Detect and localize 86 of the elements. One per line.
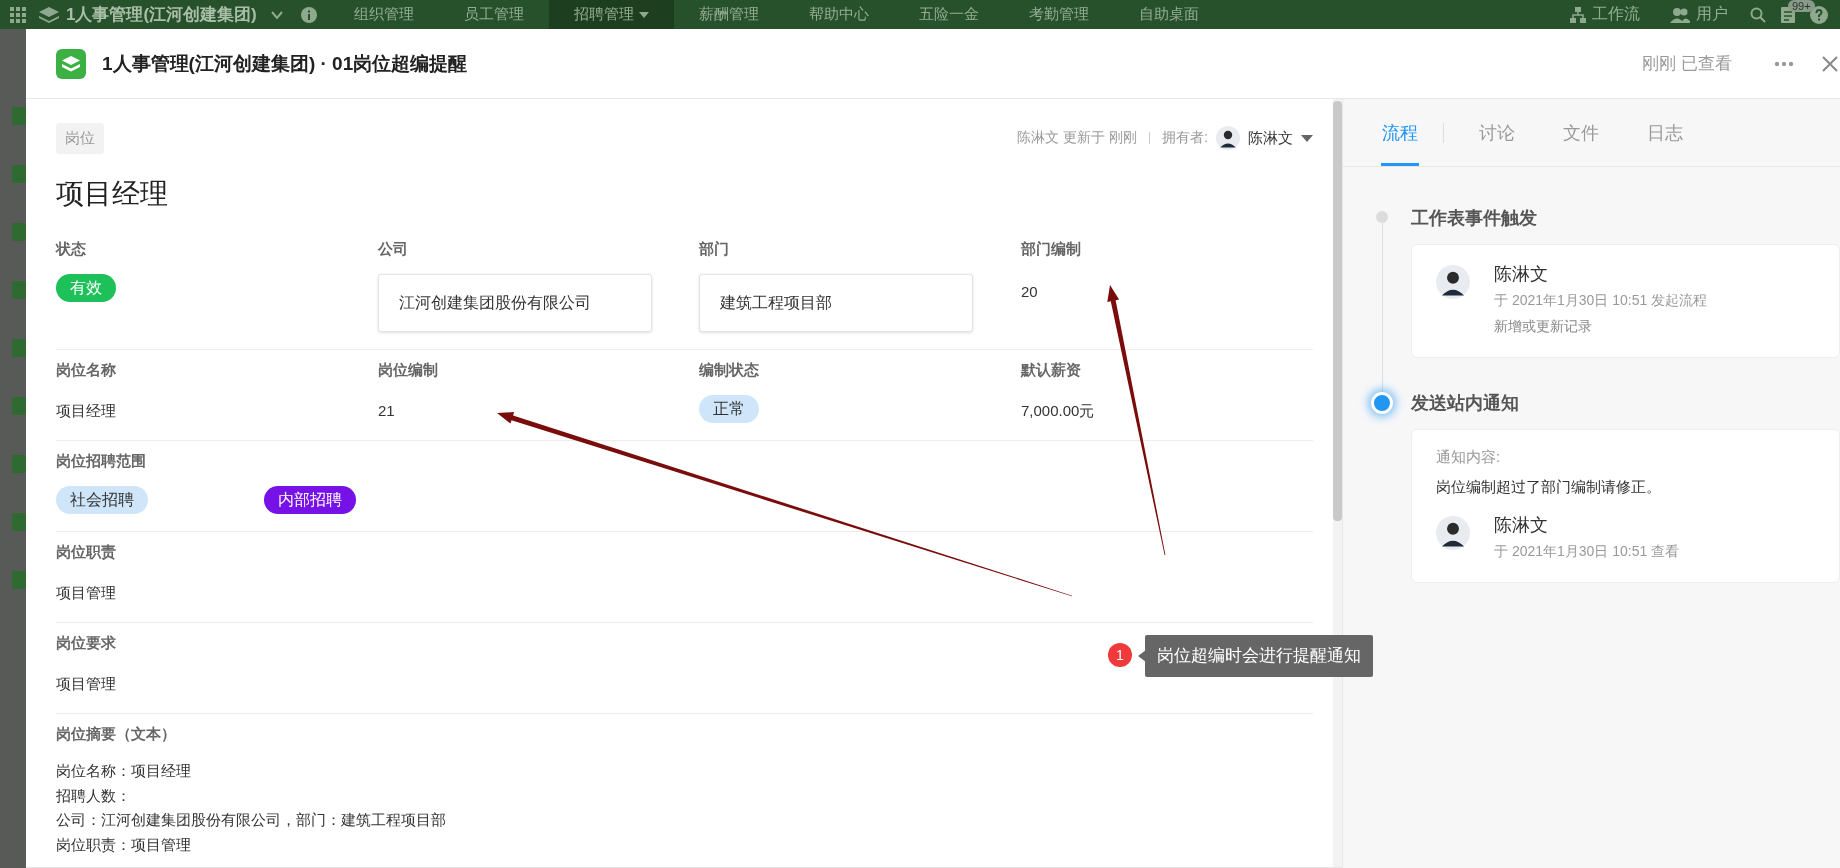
summary-line: 岗位职责：项目管理: [56, 834, 192, 855]
app-title: 1人事管理(江河创建集团): [66, 4, 257, 26]
info-icon[interactable]: [300, 6, 317, 23]
nav-menu-item[interactable]: 帮助中心: [783, 0, 894, 29]
avatar-icon: [1436, 516, 1470, 550]
nav-menu-item[interactable]: 自助桌面: [1113, 0, 1224, 29]
sidebar-icon[interactable]: [12, 513, 26, 531]
scrollbar-thumb[interactable]: [1333, 101, 1342, 521]
field-value: 项目管理: [56, 674, 117, 694]
field-label: 岗位要求: [56, 633, 117, 653]
action-time: 于 2021年1月30日 10:51 查看: [1494, 542, 1681, 561]
sidebar-icon[interactable]: [12, 165, 26, 183]
users-button[interactable]: 用户: [1662, 4, 1736, 25]
avatar-icon: [1216, 126, 1240, 150]
nav-menu-item[interactable]: 考勤管理: [1003, 0, 1114, 29]
field-label: 状态: [56, 239, 87, 259]
field-label: 部门: [699, 239, 730, 259]
summary-line: 公司：江河创建集团股份有限公司，部门：建筑工程项目部: [56, 810, 447, 830]
field-value: 20: [1021, 282, 1039, 302]
caret-down-icon: [1301, 134, 1313, 142]
view-status: 刚刚 已查看: [1642, 53, 1732, 75]
nav-menu-item[interactable]: 薪酬管理: [673, 0, 784, 29]
nav-menu-item[interactable]: 招聘管理: [548, 0, 674, 29]
workflow-button[interactable]: 工作流: [1562, 4, 1648, 25]
panel-tab[interactable]: 日志: [1646, 99, 1684, 166]
sidebar-icon[interactable]: [12, 397, 26, 415]
sidebar-icon[interactable]: [12, 339, 26, 357]
hierarchy-icon: [1570, 6, 1586, 23]
status-tag: 有效: [56, 274, 116, 302]
users-icon: [1670, 6, 1690, 23]
content-label: 通知内容:: [1436, 447, 1502, 467]
notification-content: 岗位编制超过了部门编制请修正。: [1436, 477, 1662, 497]
sidebar-icon[interactable]: [12, 223, 26, 241]
field-label: 岗位职责: [56, 542, 117, 562]
sidebar-icon[interactable]: [12, 107, 26, 125]
status-tag: 内部招聘: [264, 486, 356, 514]
notification-badge: 99+: [1788, 0, 1815, 12]
field-value: 项目经理: [56, 401, 117, 421]
summary-line: 招聘人数：: [56, 785, 132, 806]
stack-logo-icon: [38, 4, 60, 25]
modal-title: 1人事管理(江河创建集团) · 01岗位超编提醒: [102, 51, 468, 76]
step-title: 发送站内通知: [1411, 392, 1520, 415]
action-note: 新增或更新记录: [1494, 317, 1593, 336]
record-title: 项目经理: [56, 177, 169, 211]
nav-menu-item[interactable]: 组织管理: [328, 0, 439, 29]
user-name: 陈淋文: [1494, 514, 1549, 537]
panel-tab[interactable]: 流程: [1381, 99, 1419, 166]
field-value: 7,000.00元: [1021, 401, 1096, 421]
avatar-icon: [1436, 265, 1470, 299]
field-value: 项目管理: [56, 583, 117, 603]
close-icon[interactable]: [1822, 55, 1838, 72]
nav-menu-item[interactable]: 五险一金: [893, 0, 1004, 29]
status-tag: 社会招聘: [56, 486, 148, 514]
owner-label: 拥有者:: [1162, 129, 1208, 147]
action-time: 于 2021年1月30日 10:51 发起流程: [1494, 291, 1709, 310]
field-value-box: 江河创建集团股份有限公司: [378, 274, 652, 332]
updated-by-text: 陈淋文 更新于 刚刚: [1017, 129, 1138, 147]
status-tag: 正常: [699, 395, 759, 423]
owner-selector[interactable]: 陈淋文: [1216, 126, 1313, 150]
field-label: 部门编制: [1021, 239, 1082, 259]
field-label: 编制状态: [699, 360, 760, 380]
field-label: 岗位名称: [56, 360, 117, 380]
nav-menu-item[interactable]: 员工管理: [438, 0, 549, 29]
caret-down-icon[interactable]: [270, 10, 283, 19]
panel-tab[interactable]: 讨论: [1478, 99, 1516, 166]
sidebar-icon[interactable]: [12, 571, 26, 589]
field-label: 岗位摘要（文本）: [56, 724, 177, 744]
help-icon[interactable]: [1810, 5, 1828, 24]
field-value: 21: [378, 401, 396, 421]
sidebar-icon[interactable]: [12, 281, 26, 299]
field-label: 公司: [378, 239, 409, 259]
field-label: 默认薪资: [1021, 360, 1082, 380]
step-title: 工作表事件触发: [1411, 207, 1538, 230]
sidebar-icon[interactable]: [12, 455, 26, 473]
field-label: 岗位编制: [378, 360, 439, 380]
app-logo-icon: [56, 48, 86, 79]
more-icon[interactable]: [1774, 60, 1794, 67]
annotation-tooltip: 岗位超编时会进行提醒通知: [1145, 635, 1373, 677]
search-icon[interactable]: [1750, 6, 1766, 23]
sheet-tag: 岗位: [56, 122, 104, 154]
apps-grid-icon[interactable]: [10, 6, 26, 23]
field-label: 岗位招聘范围: [56, 451, 147, 471]
panel-tab[interactable]: 文件: [1562, 99, 1600, 166]
field-value-box: 建筑工程项目部: [699, 274, 973, 332]
summary-line: 岗位名称：项目经理: [56, 761, 192, 781]
user-name: 陈淋文: [1494, 263, 1549, 286]
